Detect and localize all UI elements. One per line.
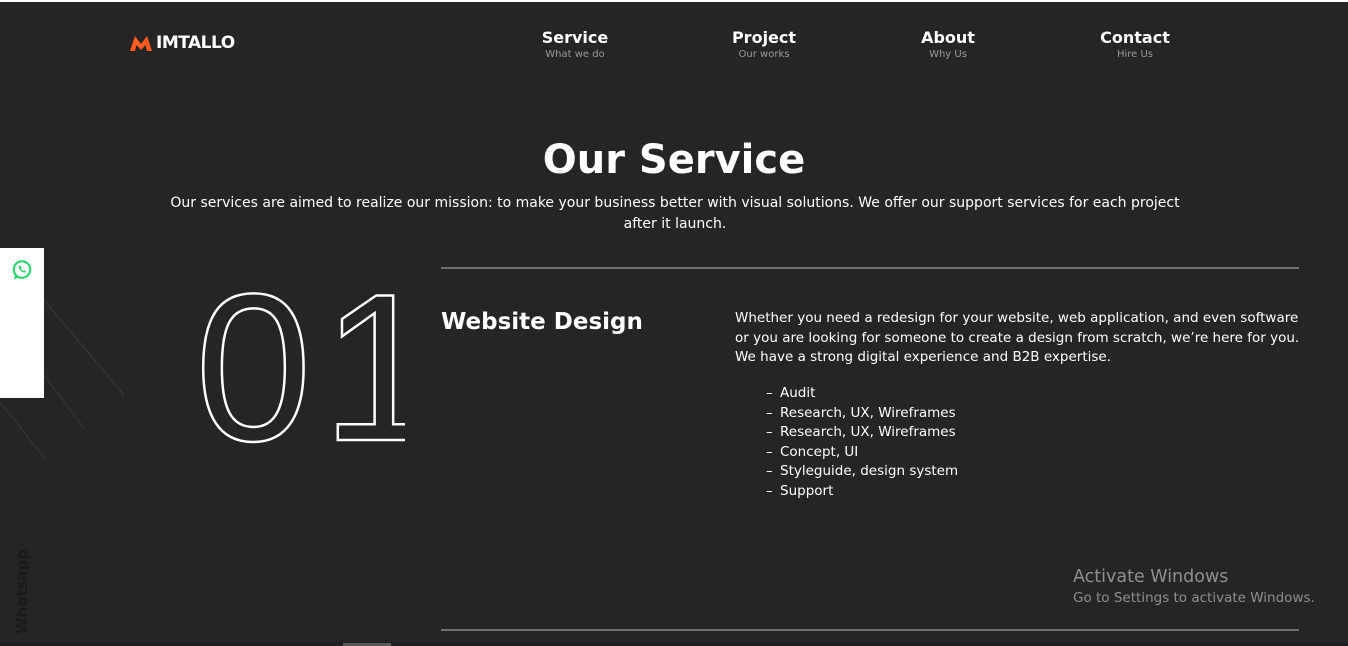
nav-contact[interactable]: Contact Hire Us	[1095, 28, 1175, 61]
nav-service-label: Service	[541, 28, 609, 47]
whatsapp-button[interactable]: Whatsapp	[0, 248, 44, 634]
nav-service[interactable]: Service What we do	[535, 28, 615, 61]
top-edge	[0, 0, 1348, 2]
list-item-label: Research, UX, Wireframes	[780, 404, 956, 421]
list-item-label: Audit	[780, 385, 816, 401]
page-title: Our Service	[542, 137, 806, 183]
windows-activation-watermark: Activate Windows Go to Settings to activ…	[1073, 566, 1315, 608]
nav-project-sub: Our works	[738, 49, 790, 60]
list-item: – Audit	[766, 385, 816, 401]
service-title: Website Design	[441, 309, 643, 335]
bottom-strip	[0, 642, 1348, 646]
list-item: – Styleguide, design system	[766, 463, 959, 479]
whatsapp-label: Whatsapp	[13, 548, 31, 634]
list-item: – Concept, UI	[766, 443, 859, 460]
service-number: 01	[194, 275, 405, 455]
nav-about-sub: Why Us	[929, 49, 967, 60]
service-feature-list: – Audit – Research, UX, Wireframes – Resear…	[766, 384, 958, 501]
watermark-title: Activate Windows	[1073, 567, 1229, 587]
nav-contact-label: Contact	[1100, 28, 1170, 47]
list-item: – Support	[766, 482, 834, 499]
section-divider-bottom	[441, 629, 1299, 631]
m-chevron-icon	[130, 36, 152, 51]
nav-about[interactable]: About Why Us	[908, 28, 988, 61]
list-item-label: Support	[780, 482, 834, 499]
brand-logo[interactable]: IMTALLO	[130, 33, 235, 53]
section-divider	[441, 267, 1299, 269]
nav-contact-sub: Hire Us	[1116, 49, 1154, 60]
intro-text: Our services are aimed to realize our mi…	[170, 195, 1180, 232]
nav-project-label: Project	[731, 28, 797, 47]
service-description: Whether you need a redesign for your web…	[735, 310, 1300, 365]
watermark-subtitle: Go to Settings to activate Windows.	[1073, 590, 1315, 606]
list-item-label: Styleguide, design system	[780, 463, 959, 479]
service-number-text: 01	[195, 275, 405, 455]
list-item-label: Concept, UI	[780, 443, 859, 460]
brand-name: IMTALLO	[156, 33, 235, 53]
nav-service-sub: What we do	[545, 49, 605, 60]
whatsapp-icon	[12, 260, 32, 280]
list-item: – Research, UX, Wireframes	[766, 404, 956, 421]
list-item-label: Research, UX, Wireframes	[780, 424, 956, 440]
list-item: – Research, UX, Wireframes	[766, 424, 956, 440]
nav-about-label: About	[921, 28, 975, 47]
page: IMTALLO Service What we do Project Our w…	[0, 0, 1348, 646]
nav-project[interactable]: Project Our works	[724, 28, 804, 61]
